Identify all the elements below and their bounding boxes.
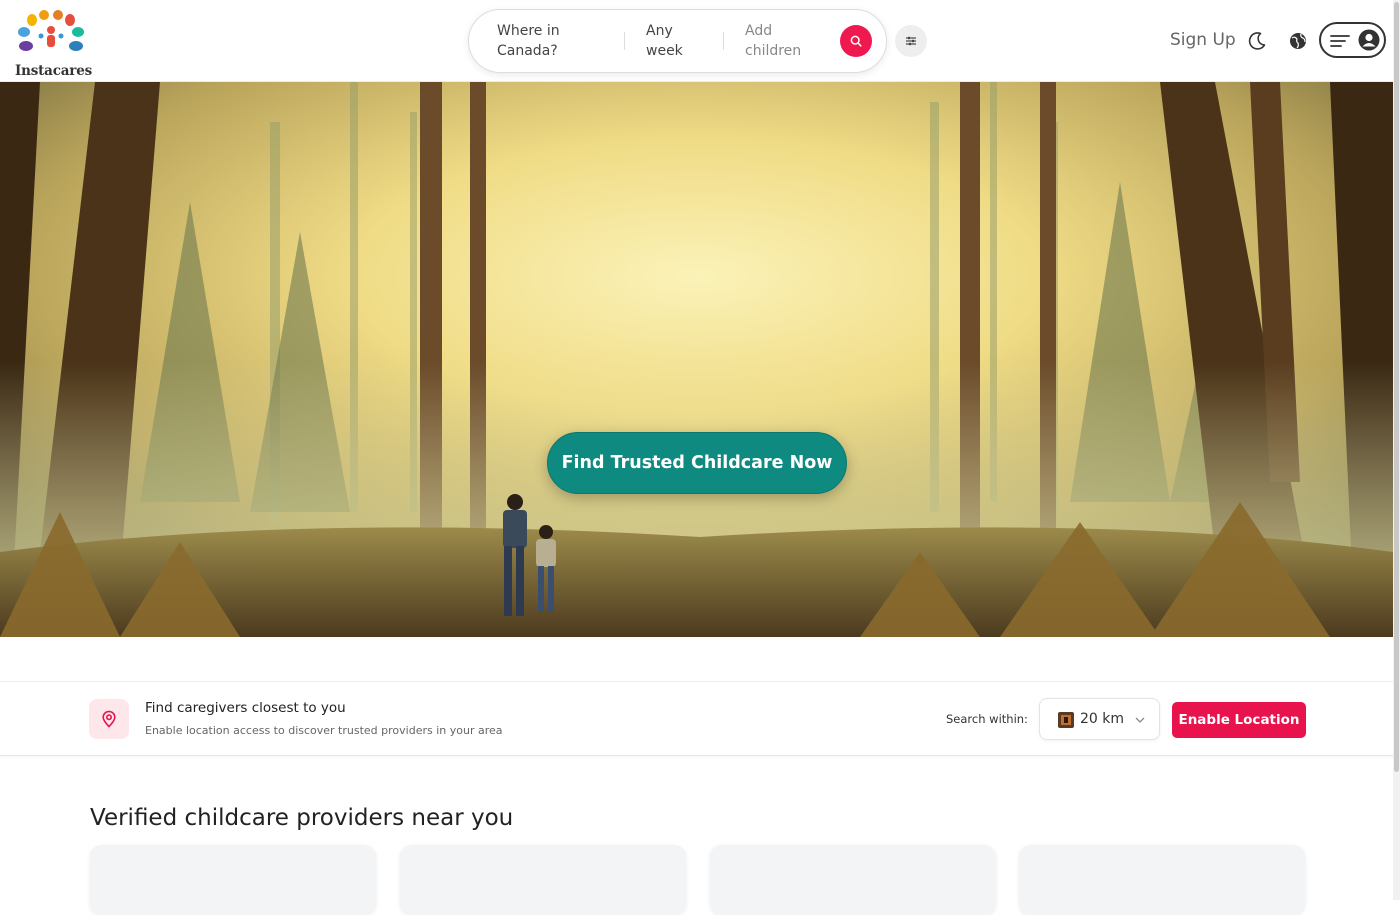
search-within-label: Search within: (946, 712, 1028, 726)
dates-field[interactable]: Any week (646, 21, 696, 61)
enable-location-button[interactable]: Enable Location (1172, 702, 1306, 738)
chevron-down-icon (1135, 717, 1145, 723)
provider-card[interactable] (400, 845, 686, 915)
brand-logo[interactable]: Instacares (14, 10, 92, 79)
find-childcare-button[interactable]: Find Trusted Childcare Now (547, 432, 847, 494)
moon-icon[interactable] (1246, 30, 1268, 52)
search-radius-select[interactable]: 20 km (1039, 698, 1160, 740)
location-prompt-subtitle: Enable location access to discover trust… (145, 724, 503, 737)
providers-section-title: Verified childcare providers near you (90, 805, 514, 831)
brand-name: Instacares (15, 63, 92, 79)
filters-button[interactable] (895, 25, 927, 57)
top-header: Instacares Where in Canada? Any week Add… (0, 0, 1400, 82)
location-pin-badge (89, 699, 129, 739)
search-bar[interactable]: Where in Canada? Any week Add children (468, 9, 887, 73)
radius-emoji-icon (1058, 712, 1074, 728)
hamburger-icon (1330, 35, 1350, 47)
account-menu-button[interactable] (1319, 22, 1386, 58)
user-circle-icon (1358, 29, 1380, 51)
search-icon (850, 35, 862, 47)
hero-banner: Find Trusted Childcare Now (0, 82, 1393, 637)
provider-card[interactable] (710, 845, 996, 915)
globe-icon[interactable] (1287, 30, 1309, 52)
location-prompt-title: Find caregivers closest to you (145, 700, 346, 716)
scrollbar-thumb[interactable] (1394, 2, 1399, 772)
search-divider (723, 32, 724, 50)
peacock-family-logo-icon (18, 10, 84, 51)
search-button[interactable] (840, 25, 872, 57)
children-field[interactable]: Add children (745, 21, 805, 61)
location-field[interactable]: Where in Canada? (497, 21, 587, 61)
location-pin-icon (102, 710, 116, 728)
provider-card[interactable] (90, 845, 376, 915)
page-scrollbar[interactable] (1393, 0, 1400, 900)
search-divider (624, 32, 625, 50)
provider-card[interactable] (1019, 845, 1305, 915)
location-prompt-bar: Find caregivers closest to you Enable lo… (0, 681, 1393, 756)
sliders-icon (906, 36, 916, 46)
search-radius-value: 20 km (1080, 711, 1125, 727)
sign-up-link[interactable]: Sign Up (1170, 30, 1236, 50)
forest-hero-image (0, 82, 1393, 637)
